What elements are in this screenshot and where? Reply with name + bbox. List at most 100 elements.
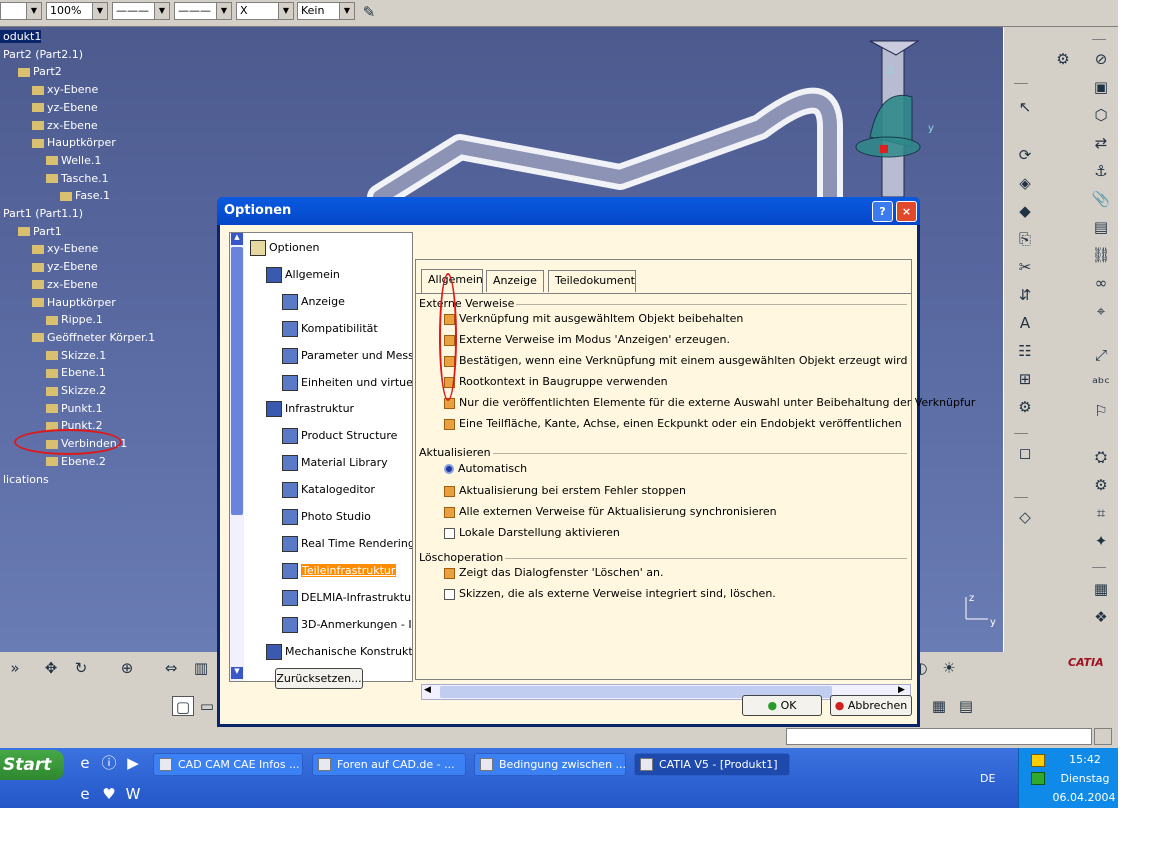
scene-icon[interactable]: ❖ [1090, 607, 1112, 627]
spec-tree-item[interactable]: Geöffneter Körper.1 [32, 331, 155, 344]
scissors-icon[interactable]: ✂ [1014, 257, 1036, 277]
scroll-thumb[interactable] [231, 247, 243, 515]
line-type-combo[interactable]: ——— ▼ [112, 2, 170, 20]
scroll-right-arrow-icon[interactable]: ▶ [898, 685, 905, 695]
checkbox-box[interactable] [444, 506, 455, 518]
command-input[interactable] [786, 728, 1092, 745]
measure-icon[interactable]: ⌖ [1090, 301, 1112, 321]
help-button[interactable]: ? [872, 201, 893, 222]
transform-icon[interactable]: ⌗ [1090, 503, 1112, 523]
spec-tree-item[interactable]: Welle.1 [46, 154, 101, 167]
spec-tree-item[interactable]: zx-Ebene [32, 119, 98, 132]
lighting-icon[interactable]: ☀ [938, 658, 960, 678]
zoom-in-icon[interactable]: ⊕ [116, 658, 138, 678]
option-checkbox[interactable]: Externe Verweise im Modus 'Anzeigen' erz… [444, 333, 730, 346]
option-checkbox[interactable]: Aktualisierung bei erstem Fehler stoppen [444, 484, 686, 497]
tools-gear-icon[interactable]: ⚙ [1052, 49, 1074, 69]
options-tree-item[interactable]: Kompatibilität [282, 320, 378, 337]
spec-tree-item[interactable]: Fase.1 [60, 189, 110, 202]
spec-tree-item[interactable]: xy-Ebene [32, 242, 98, 255]
spec-tree-item[interactable]: yz-Ebene [32, 101, 98, 114]
part-icon[interactable]: ◈ [1014, 173, 1036, 193]
product-icon[interactable]: ▣ [1090, 77, 1112, 97]
open-folder-icon[interactable]: ▭ [196, 696, 218, 716]
option-checkbox[interactable]: Eine Teilfläche, Kante, Achse, einen Eck… [444, 417, 902, 430]
options-tree-item[interactable]: Parameter und Messun [282, 347, 412, 364]
options-tree-item[interactable]: Real Time Rendering [282, 535, 412, 552]
cancel-button[interactable]: ● Abbrechen [830, 695, 912, 716]
body-icon[interactable]: ◆ [1014, 201, 1036, 221]
layer-combo[interactable]: Kein ▼ [297, 2, 355, 20]
option-checkbox[interactable]: Zeigt das Dialogfenster 'Löschen' an. [444, 566, 664, 579]
robot-icon[interactable]: ⛭ [1090, 447, 1112, 467]
paste-icon[interactable]: ⎘ [1014, 229, 1036, 249]
spec-tree-item[interactable]: Ebene.2 [46, 455, 106, 468]
quicklaunch-ie-icon[interactable]: e [74, 753, 96, 773]
flag-icon[interactable]: ⚐ [1090, 401, 1112, 421]
options-tree-item[interactable]: Material Library [282, 455, 388, 472]
option-checkbox[interactable]: Verknüpfung mit ausgewähltem Objekt beib… [444, 312, 743, 325]
spec-tree-item[interactable]: Tasche.1 [46, 172, 109, 185]
rotate-icon[interactable]: ↻ [70, 658, 92, 678]
option-checkbox[interactable]: Rootkontext in Baugruppe verwenden [444, 375, 668, 388]
scroll-left-arrow-icon[interactable]: ◀ [424, 685, 431, 695]
text-icon[interactable]: A [1014, 313, 1036, 333]
spec-tree-item[interactable]: Part1 (Part1.1) [0, 207, 83, 220]
automatic-radio[interactable]: Automatisch [444, 462, 527, 475]
abc-text-icon[interactable]: ᵃᵇᶜ [1090, 373, 1112, 393]
anchor-icon[interactable]: ⚓ [1090, 161, 1112, 181]
task-button-cadcam[interactable]: CAD CAM CAE Infos ... [153, 753, 303, 776]
spec-tree-item[interactable]: Hauptkörper [32, 296, 116, 309]
spec-tree-item[interactable]: Skizze.1 [46, 349, 106, 362]
checkbox-box[interactable] [444, 418, 455, 430]
language-indicator[interactable]: DE [980, 772, 995, 785]
options-tree-item[interactable]: Einheiten und virtuelle l [282, 374, 412, 391]
options-tree-item[interactable]: 3D-Anmerkungen - Infi [282, 616, 412, 633]
scroll-up-arrow-icon[interactable]: ▲ [231, 233, 243, 245]
options-tree-item[interactable]: Teileinfrastruktur [282, 562, 397, 579]
start-button[interactable]: Start [0, 750, 64, 780]
style-combo[interactable]: ▼ [0, 2, 42, 20]
hierarchy-icon[interactable]: ⊞ [1014, 369, 1036, 389]
select-arrow-icon[interactable]: ↖ [1014, 97, 1036, 117]
settings-icon[interactable]: ⚙ [1090, 475, 1112, 495]
link-icon[interactable]: ∞ [1090, 273, 1112, 293]
spec-tree-item[interactable]: yz-Ebene [32, 260, 98, 273]
quicklaunch-word-icon[interactable]: W [122, 784, 144, 804]
new-file-icon[interactable]: ▢ [172, 696, 194, 716]
radio-dot[interactable] [444, 464, 454, 474]
spec-tree-item[interactable]: Rippe.1 [46, 313, 103, 326]
line-weight-combo[interactable]: ——— ▼ [174, 2, 232, 20]
checkbox-box[interactable] [444, 527, 455, 539]
spec-tree-item[interactable]: Part2 (Part2.1) [0, 48, 83, 61]
zoom-combo[interactable]: 100% ▼ [46, 2, 108, 20]
reorder-icon[interactable]: ⇵ [1014, 285, 1036, 305]
checkbox-box[interactable] [444, 485, 455, 497]
options-tree-item[interactable]: Optionen [250, 240, 319, 256]
command-expand-button[interactable] [1094, 728, 1112, 745]
options-tree-item[interactable]: Anzeige [282, 293, 345, 310]
layers-icon[interactable]: ☷ [1014, 341, 1036, 361]
spec-tree-item[interactable]: xy-Ebene [32, 83, 98, 96]
option-checkbox[interactable]: Alle externen Verweise für Aktualisierun… [444, 505, 777, 518]
sparkle-icon[interactable]: ✦ [1090, 531, 1112, 551]
assembly-icon[interactable]: ⚙ [1014, 397, 1036, 417]
component-icon[interactable]: ⬡ [1090, 105, 1112, 125]
options-tree-item[interactable]: Allgemein [266, 266, 340, 283]
spec-tree-item[interactable]: Ebene.1 [46, 366, 106, 379]
spec-tree-item[interactable]: zx-Ebene [32, 278, 98, 291]
spec-tree-item[interactable]: Punkt.1 [46, 402, 103, 415]
security-tray-icon[interactable] [1031, 772, 1045, 785]
task-button-bedingung[interactable]: Bedingung zwischen ... [474, 753, 626, 776]
clip-icon[interactable]: 📎 [1090, 189, 1112, 209]
checkbox-box[interactable] [444, 588, 455, 600]
option-checkbox[interactable]: Lokale Darstellung aktivieren [444, 526, 620, 539]
quicklaunch-media-icon[interactable]: ▶ [122, 753, 144, 773]
quicklaunch-app-icon[interactable]: ♥ [98, 784, 120, 804]
move-icon[interactable]: ⇄ [1090, 133, 1112, 153]
update-icon[interactable]: ⟳ [1014, 145, 1036, 165]
options-tree-item[interactable]: Infrastruktur [266, 401, 354, 418]
grid-icon[interactable]: ▦ [928, 696, 950, 716]
save-management-icon[interactable]: ▤ [1090, 217, 1112, 237]
spec-tree-item[interactable]: Hauptkörper [32, 136, 116, 149]
